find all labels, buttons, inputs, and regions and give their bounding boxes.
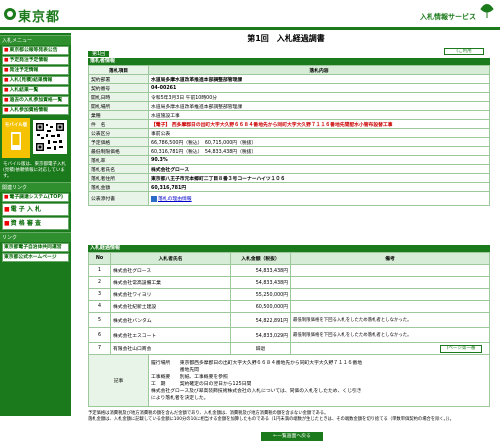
winner-info-table: 落札項目 落札内容 契約部署 水道局多摩水道改革推進本部調整部管理課 契約番号 04… [88, 65, 490, 206]
mobile-label: モバイル版 [2, 118, 30, 158]
bid-history-table: No 入札者氏名 入札金額（税抜） 備考 1 株式会社グロース 54,833,438… [88, 252, 490, 355]
table-row: 落札者住所 東京都八王子市元本郷町二丁目８番３号コーナーハイツ１０６ [88, 173, 490, 183]
table-row: 5 株式会社バンタム 54,822,891円 最低制限価格を下回る入札をしたため落札者… [88, 312, 490, 328]
sidebar-link-e-bidding[interactable]: ■電 子 入 札 [2, 203, 69, 216]
sidebar-item-bulletin[interactable]: ■東京都公報等発表公告 [2, 46, 69, 55]
mobile-phone-icon [11, 132, 21, 150]
pdf-file-icon [151, 195, 157, 202]
page-top-button[interactable]: (ページ第一番 [440, 345, 482, 353]
bullet-icon: ■ [4, 68, 9, 73]
tokyo-logo-icon [4, 8, 16, 20]
table-row: 予定価格 66,786,500円（税込） 60,715,000円（税抜） [88, 137, 490, 147]
table-row: 7 有限会社山口商会 辞退 [88, 342, 490, 355]
sidebar-item-bid-result[interactable]: ■入札(見積)結果情報 [2, 76, 69, 85]
table-row: 1 株式会社グロース 54,833,438円 [88, 264, 490, 277]
org-name[interactable]: 東京都 [18, 6, 60, 25]
sidebar-item-result-list[interactable]: ■入札結果一覧 [2, 86, 69, 95]
bullet-icon: ■ [4, 195, 9, 200]
sidebar-link-heading: 関連リンク [0, 182, 71, 192]
footnotes: 予定価格は消費税及び地方消費税の額を含んだ金額であり、入札金額は、消費税及び地方… [88, 411, 454, 422]
site-header: 東京都 入札情報サービス [0, 0, 500, 30]
bid-history-section: 入札経過情報 No 入札者氏名 入札金額（税抜） 備考 1 株式会社グロース 54,… [88, 245, 490, 355]
bullet-icon: ■ [4, 88, 9, 93]
table-row: 業種 水道施設工事 [88, 110, 490, 120]
page-title: 第1回 入札経過調書 [247, 34, 325, 43]
table-row: 契約番号 04-00261 [88, 83, 490, 93]
table-row: 開札日時 令和5年3月3日 午前10時00分 [88, 92, 490, 102]
bid-header-note: 備考 [290, 252, 490, 265]
winner-info-heading: 落札者情報 [88, 58, 490, 65]
info-header-item: 落札項目 [88, 65, 149, 75]
mobile-banner[interactable]: モバイル版 [2, 118, 69, 160]
sidebar-menu-heading: 入札メニュー [0, 35, 71, 45]
sidebar-link-qualification-review[interactable]: ■資 格 審 査 [2, 217, 69, 230]
remarks-content: 履行場所 東京都西多摩郡日の出町大字大久野６６８４番地先から同町大字大久野７１１… [148, 354, 490, 407]
remarks-table: 記事 履行場所 東京都西多摩郡日の出町大字大久野６６８４番地先から同町大字大久野… [88, 354, 490, 407]
bullet-icon: ■ [4, 78, 9, 83]
winner-info-section: 落札者情報 落札項目 落札内容 契約部署 水道局多摩水道改革推進本部調整部管理課 … [88, 58, 490, 206]
bid-header-name: 入札者氏名 [110, 252, 231, 265]
bullet-icon: ■ [4, 206, 10, 213]
table-row: 落札率 90.3% [88, 155, 490, 165]
table-row: 4 株式会社紀新土建設 60,500,000円 [88, 300, 490, 313]
bullet-icon: ■ [4, 98, 9, 103]
sidebar-item-pre-order[interactable]: ■予定発注予定情報 [2, 56, 69, 65]
info-header-content: 落札内容 [148, 65, 490, 75]
mobile-note: モバイル版は、東京都電子入札(見積)依頼情報に対応しています。 [3, 162, 66, 179]
table-row: 契約部署 水道局多摩水道改革推進本部調整部管理課 [88, 74, 490, 84]
remarks-section: 記事 履行場所 東京都西多摩郡日の出町大字大久野６６８４番地先から同町大字大久野… [88, 354, 490, 407]
table-row: 2 株式会社常高設備工業 54,833,438円 [88, 276, 490, 289]
bid-header-amount: 入札金額（税抜） [230, 252, 291, 265]
bullet-icon: ■ [4, 220, 10, 227]
table-row: 6 株式会社エスコート 54,833,029円 最低制限価格を下回る入札をしたため落札… [88, 327, 490, 343]
bullet-icon: ■ [4, 58, 9, 63]
remarks-label: 記事 [88, 354, 149, 407]
sidebar-link-official-site[interactable]: 東京都公式ホームページ [2, 253, 69, 262]
ginkgo-leaf-icon [480, 4, 494, 18]
bullet-icon: ■ [4, 108, 9, 113]
table-row: 開札場所 水道局多摩水道改革推進本部調整部管理課 [88, 101, 490, 111]
service-name: 入札情報サービス [420, 13, 476, 21]
sidebar-item-order-plan[interactable]: ■発注予定情報 [2, 66, 69, 75]
usage-link-button[interactable]: (ご利用 [444, 48, 484, 55]
back-to-list-button[interactable]: ←一覧画面へ戻る [261, 432, 323, 441]
bid-header-no: No [88, 252, 111, 265]
table-row: 3 株式会社ワイヨリ 55,250,000円 [88, 288, 490, 301]
table-row: 公表区分 事前公表 [88, 128, 490, 138]
table-row: 落札金額 60,316,781円 [88, 182, 490, 192]
sidebar-item-qualification[interactable]: ■入札参加資格情報 [2, 106, 69, 115]
sidebar: 入札メニュー ■東京都公報等発表公告 ■予定発注予定情報 ■発注予定情報 ■入札… [0, 33, 71, 416]
attachment-link[interactable]: 落札の理由情報 [158, 197, 192, 202]
sidebar-link-e-procurement[interactable]: ■電子調達システム(TOP) [2, 193, 69, 202]
round-label: 第1回 [88, 51, 110, 57]
bullet-icon: ■ [4, 48, 9, 53]
table-row: 落札者氏名 株式会社グロース [88, 164, 490, 174]
table-row: 公表添付書 落札の理由情報 [88, 191, 490, 206]
table-row: 件 名【電子】 西多摩郡日の出町大字大久野６６８４番地先から同町大字大久野７１１… [88, 119, 490, 129]
sidebar-link-joint-gov[interactable]: 東京都電子自治体共同運営 [2, 243, 69, 252]
bid-history-heading: 入札経過情報 [88, 245, 490, 252]
qr-code-icon [33, 120, 67, 154]
sidebar-item-past-qualification[interactable]: ■過去の入札参加資格一覧 [2, 96, 69, 105]
sidebar-link-heading-2: リンク [0, 232, 71, 242]
table-row: 最低制限価格 60,316,781円（税込） 54,833,438円（税抜） [88, 146, 490, 156]
